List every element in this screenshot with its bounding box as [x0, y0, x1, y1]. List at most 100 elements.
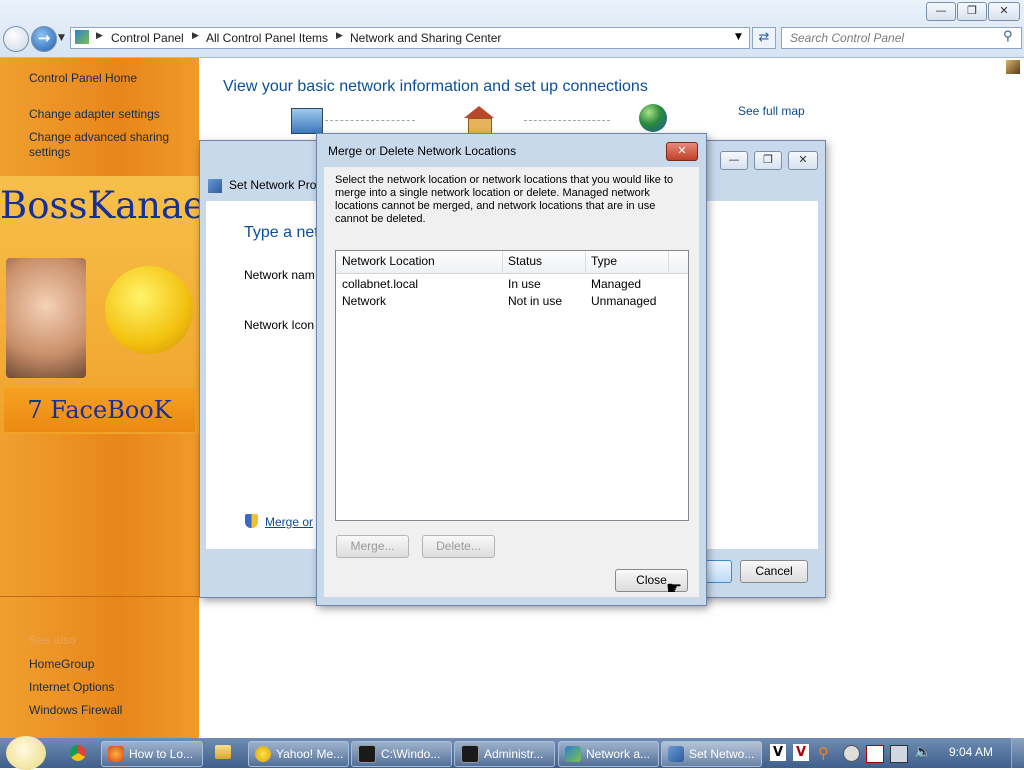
- tray-smiley-icon[interactable]: [843, 745, 860, 762]
- cancel-button[interactable]: Cancel: [740, 560, 808, 583]
- network-name-label: Network nam: [244, 268, 315, 282]
- address-dropdown-icon[interactable]: ▼: [735, 32, 742, 42]
- chrome-icon[interactable]: [70, 745, 86, 761]
- taskbar: How to Lo... Yahoo! Me... C:\Windo... Ad…: [0, 736, 1024, 770]
- cell-status: Not in use: [508, 294, 563, 308]
- command-prompt-icon: [461, 744, 479, 763]
- window-heading: Type a net: [244, 224, 319, 241]
- breadcrumb-all-items[interactable]: All Control Panel Items: [206, 31, 328, 45]
- control-panel-icon: [565, 745, 581, 762]
- forward-button[interactable]: →: [31, 26, 57, 52]
- tray-network-icon[interactable]: [890, 745, 908, 763]
- network-icon: [668, 745, 684, 762]
- nav-change-advanced-sharing[interactable]: Change advanced sharing: [29, 130, 169, 144]
- search-icon[interactable]: ⚲: [1003, 29, 1013, 44]
- start-button[interactable]: [6, 736, 46, 770]
- merge-or-delete-link[interactable]: Merge or: [265, 515, 313, 529]
- house-icon: [464, 106, 494, 134]
- taskbar-clock[interactable]: 9:04 AM: [949, 745, 993, 759]
- back-button[interactable]: [3, 26, 29, 52]
- taskbar-item-cmd[interactable]: C:\Windo...: [351, 741, 452, 767]
- map-connector: [325, 120, 415, 122]
- nav-divider: [0, 596, 199, 597]
- computer-icon: [291, 108, 323, 134]
- taskbar-item-label: Yahoo! Me...: [276, 747, 344, 761]
- network-locations-list[interactable]: Network Location Status Type collabnet.l…: [335, 250, 689, 521]
- table-row[interactable]: collabnet.local In use Managed: [336, 277, 688, 293]
- breadcrumb-control-panel[interactable]: Control Panel: [111, 31, 184, 45]
- column-header-type[interactable]: Type: [585, 251, 669, 272]
- minimize-button[interactable]: —: [926, 2, 956, 21]
- nav-internet-options[interactable]: Internet Options: [29, 680, 114, 694]
- minimize-button[interactable]: —: [720, 151, 748, 170]
- control-panel-icon: [75, 30, 89, 44]
- recent-pages-dropdown-icon[interactable]: ▼: [58, 33, 65, 43]
- nav-change-adapter-settings[interactable]: Change adapter settings: [29, 107, 160, 121]
- search-box[interactable]: Search Control Panel ⚲: [781, 27, 1022, 49]
- breadcrumb-arrow-icon: ▶: [192, 31, 199, 41]
- column-header-location[interactable]: Network Location: [336, 251, 503, 272]
- dialog-description: Select the network location or network l…: [335, 174, 674, 225]
- search-placeholder: Search Control Panel: [790, 31, 905, 45]
- dialog-close-icon[interactable]: ✕: [666, 142, 698, 161]
- taskbar-item-network[interactable]: Network a...: [558, 741, 659, 767]
- list-header: Network Location Status Type: [336, 251, 688, 274]
- breadcrumb-network-sharing[interactable]: Network and Sharing Center: [350, 31, 501, 45]
- nav-homegroup[interactable]: HomeGroup: [29, 657, 94, 671]
- network-icon: [208, 179, 222, 193]
- firefox-icon: [108, 745, 124, 762]
- see-full-map-link[interactable]: See full map: [738, 104, 805, 118]
- tray-search-icon[interactable]: ⚲: [818, 745, 834, 761]
- tray-v-icon[interactable]: V: [770, 744, 786, 761]
- shield-icon: [245, 514, 258, 528]
- tray-flag-icon[interactable]: [866, 745, 884, 763]
- folder-icon[interactable]: [215, 745, 231, 759]
- table-row[interactable]: Network Not in use Unmanaged: [336, 294, 688, 310]
- help-icon[interactable]: [1006, 60, 1020, 74]
- cell-type: Unmanaged: [591, 294, 657, 308]
- address-bar[interactable]: ▶ Control Panel ▶ All Control Panel Item…: [70, 27, 750, 49]
- dialog-title: Merge or Delete Network Locations: [328, 144, 517, 158]
- child-photo: [6, 258, 86, 378]
- cell-location: Network: [342, 294, 387, 308]
- breadcrumb-arrow-icon: ▶: [96, 31, 103, 41]
- merge-delete-dialog: Merge or Delete Network Locations ✕ Sele…: [316, 133, 707, 606]
- taskbar-item-admin[interactable]: Administr...: [454, 741, 555, 767]
- window-title: Set Network Prop: [229, 178, 324, 192]
- merge-button[interactable]: Merge...: [336, 535, 409, 558]
- show-desktop-button[interactable]: [1011, 738, 1024, 768]
- maximize-button[interactable]: ❐: [957, 2, 987, 21]
- smiley-face-icon: [105, 266, 193, 354]
- watermark-banner: BossKanae 7 FaceBooK: [0, 176, 205, 434]
- ok-button[interactable]: [704, 560, 732, 583]
- dialog-body: Select the network location or network l…: [324, 167, 699, 599]
- taskbar-item-firefox[interactable]: How to Lo...: [101, 741, 203, 767]
- banner-caption: 7 FaceBooK: [4, 388, 195, 432]
- yahoo-messenger-icon: [255, 745, 271, 762]
- taskbar-item-set-network[interactable]: Set Netwo...: [661, 741, 762, 767]
- nav-change-advanced-sharing-settings[interactable]: settings: [29, 145, 70, 159]
- nav-windows-firewall[interactable]: Windows Firewall: [29, 703, 122, 717]
- close-window-button[interactable]: ✕: [988, 2, 1020, 21]
- taskbar-item-label: How to Lo...: [129, 747, 194, 761]
- breadcrumb-arrow-icon: ▶: [336, 31, 343, 41]
- column-header-status[interactable]: Status: [502, 251, 586, 272]
- taskbar-item-label: Network a...: [586, 747, 651, 761]
- close-window-button[interactable]: ✕: [788, 151, 818, 170]
- cell-status: In use: [508, 277, 541, 291]
- see-also-heading: See also: [29, 633, 76, 647]
- map-connector: [524, 120, 610, 122]
- taskbar-item-yahoo[interactable]: Yahoo! Me...: [248, 741, 349, 767]
- internet-globe-icon: [639, 104, 667, 132]
- refresh-icon[interactable]: ⇄: [752, 27, 776, 49]
- network-icon-label: Network Icon: [244, 318, 315, 332]
- nav-control-panel-home[interactable]: Control Panel Home: [29, 71, 137, 85]
- command-prompt-icon: [358, 744, 376, 763]
- taskbar-item-label: Set Netwo...: [689, 747, 755, 761]
- tray-volume-icon[interactable]: 🔈: [914, 744, 931, 760]
- tray-v-red-icon[interactable]: V: [793, 744, 809, 761]
- cell-location: collabnet.local: [342, 277, 419, 291]
- maximize-button[interactable]: ❐: [754, 151, 782, 170]
- delete-button[interactable]: Delete...: [422, 535, 495, 558]
- window-chrome: — ❐ ✕ → ▼ ▶ Control Panel ▶ All Control …: [0, 0, 1024, 58]
